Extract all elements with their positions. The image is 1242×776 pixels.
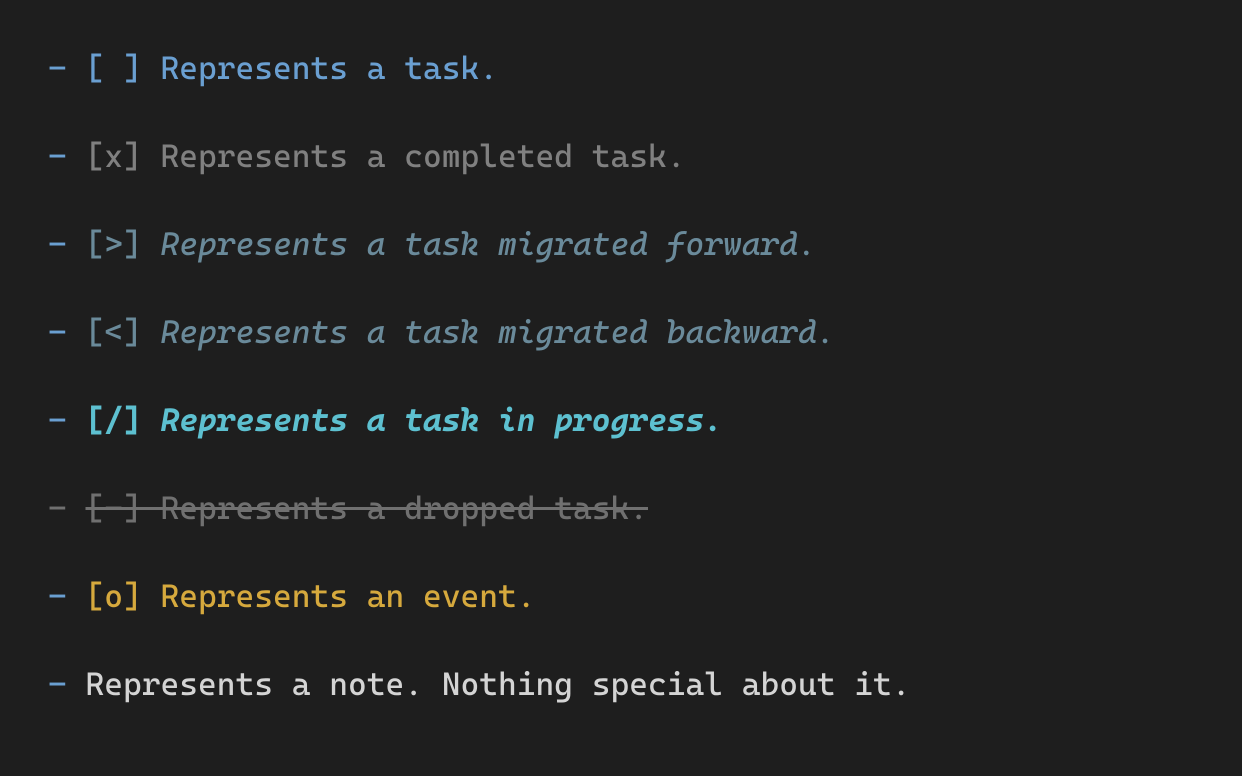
line-task: - [ ] Represents a task. bbox=[48, 44, 1194, 92]
list-dash: - bbox=[48, 137, 86, 175]
checkbox-progress: [/] bbox=[86, 401, 161, 439]
list-dash: - bbox=[48, 489, 86, 527]
list-dash: - bbox=[48, 401, 86, 439]
checkbox-event: [o] bbox=[86, 577, 161, 615]
checkbox-dropped: [-] bbox=[86, 489, 161, 527]
note-text: Represents a note. Nothing special about… bbox=[86, 665, 911, 703]
line-in-progress: - [/] Represents a task in progress. bbox=[48, 396, 1194, 444]
migrated-forward-text: Represents a task migrated forward. bbox=[161, 225, 817, 263]
line-dropped: - [-] Represents a dropped task. bbox=[48, 484, 1194, 532]
list-dash: - bbox=[48, 665, 86, 703]
list-dash: - bbox=[48, 225, 86, 263]
task-text: Represents a task. bbox=[161, 49, 499, 87]
dropped-text: Represents a dropped task. bbox=[161, 489, 649, 527]
list-dash: - bbox=[48, 577, 86, 615]
line-completed: - [x] Represents a completed task. bbox=[48, 132, 1194, 180]
migrated-backward-text: Represents a task migrated backward. bbox=[161, 313, 836, 351]
line-note: - Represents a note. Nothing special abo… bbox=[48, 660, 1194, 708]
checkbox-forward: [>] bbox=[86, 225, 161, 263]
in-progress-text: Represents a task in progress. bbox=[161, 401, 724, 439]
checkbox-done: [x] bbox=[86, 137, 161, 175]
code-editor[interactable]: - [ ] Represents a task. - [x] Represent… bbox=[0, 0, 1242, 752]
line-migrated-backward: - [<] Represents a task migrated backwar… bbox=[48, 308, 1194, 356]
list-dash: - bbox=[48, 313, 86, 351]
event-text: Represents an event. bbox=[161, 577, 536, 615]
line-event: - [o] Represents an event. bbox=[48, 572, 1194, 620]
checkbox-empty: [ ] bbox=[86, 49, 161, 87]
completed-text: Represents a completed task. bbox=[161, 137, 686, 175]
checkbox-backward: [<] bbox=[86, 313, 161, 351]
line-migrated-forward: - [>] Represents a task migrated forward… bbox=[48, 220, 1194, 268]
list-dash: - bbox=[48, 49, 86, 87]
